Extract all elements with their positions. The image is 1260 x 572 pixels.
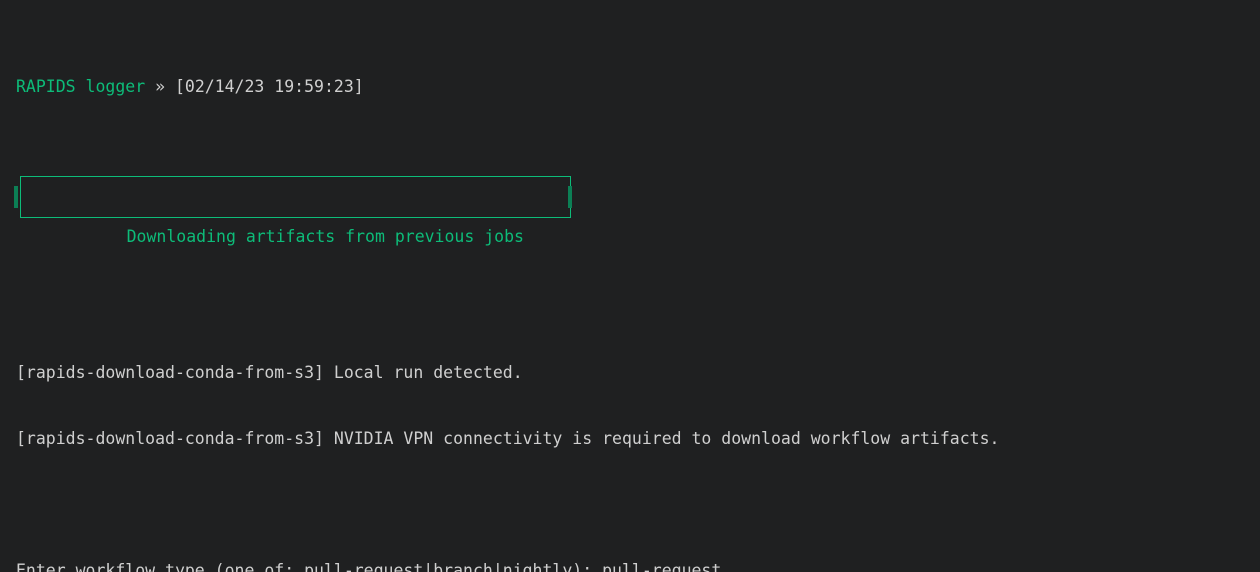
logger-timestamp: [02/14/23 19:59:23]: [175, 77, 364, 96]
header-separator: »: [145, 77, 175, 96]
banner-row: Downloading artifacts from previous jobs: [16, 164, 1260, 230]
logger-name: RAPIDS logger: [16, 77, 145, 96]
terminal-output[interactable]: RAPIDS logger » [02/14/23 19:59:23] Down…: [0, 0, 1260, 572]
terminal-line: [rapids-download-conda-from-s3] Local ru…: [16, 362, 1260, 384]
banner-box: Downloading artifacts from previous jobs: [20, 176, 571, 218]
banner-label: Downloading artifacts from previous jobs: [127, 227, 524, 246]
banner-right-tick: [568, 186, 572, 208]
banner-left-tick: [14, 186, 18, 208]
terminal-line: [rapids-download-conda-from-s3] NVIDIA V…: [16, 428, 1260, 450]
logger-header: RAPIDS logger » [02/14/23 19:59:23]: [16, 76, 1260, 98]
terminal-line: [16, 494, 1260, 516]
terminal-line: [16, 296, 1260, 318]
terminal-line: Enter workflow type (one of: pull-reques…: [16, 560, 1260, 572]
